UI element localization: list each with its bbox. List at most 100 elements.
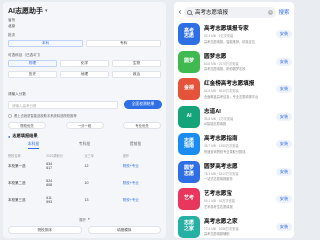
subject-option[interactable]: 化学	[60, 60, 109, 67]
score-input[interactable]: 请输入高考分数	[8, 101, 118, 109]
search-button[interactable]: 搜索	[276, 8, 292, 16]
app-list-item[interactable]: 高考 志愿 高考志愿填报专家 52.3 MB · 1亿次安装 高考志愿填报，智能推荐，…	[178, 22, 292, 46]
app-list-item[interactable]: 圆梦 圆梦志愿 83.8 MB · 2170万次安装 高考志愿填报，助你圆梦名校 安装	[178, 50, 292, 74]
app-meta: 64.6 MB · 5610万次安装	[204, 89, 239, 94]
install-button[interactable]: 安装	[276, 195, 292, 203]
app-list-item[interactable]: AI 志道AI 35.8 MB · 1万次安装 AI智能志愿填报 安装	[178, 105, 292, 129]
score-values: 634 617	[46, 162, 84, 171]
install-button[interactable]: 安装	[276, 112, 292, 121]
page-title[interactable]: AI志愿助手 ▾	[8, 6, 48, 16]
app-info: 高考志愿之家 72.4 MB · 1056万次安装 高考志愿填报辅助	[200, 217, 276, 237]
tab-college[interactable]: 专科批	[79, 142, 90, 149]
app-list-item[interactable]: 艺考 艺考志愿宝 55.1 MB · 63万次安装 艺术类考生志愿填报 安装	[178, 187, 292, 211]
province-value[interactable]: 北京	[8, 24, 15, 29]
app-list-item[interactable]: 圆梦 志愿 圆梦高考志愿 78.3 MB · 3310万次安装 一站式志愿填报服务 安装	[178, 160, 292, 184]
title-text: AI志愿助手	[8, 8, 43, 15]
score-values: 624 608	[46, 179, 84, 188]
app-icon[interactable]: 圆梦	[178, 50, 200, 73]
app-list-item[interactable]: 志愿 之家 高考志愿之家 72.4 MB · 1056万次安装 高考志愿填报辅助 安装	[178, 215, 292, 239]
app-name[interactable]: 圆梦高考志愿	[204, 162, 276, 170]
app-icon[interactable]: 志愿 指南	[178, 133, 200, 155]
app-meta: 83.8 MB · 2170万次安装	[204, 61, 239, 66]
simulate-button[interactable]: 填报模拟	[87, 226, 161, 234]
school-name: 本校第一选	[8, 163, 26, 168]
rank-value: 12	[84, 164, 89, 169]
subject-option[interactable]: 历史	[8, 71, 57, 78]
app-name[interactable]: 红金榜高考志愿填报	[204, 79, 276, 87]
level-options: 本科 专科	[8, 40, 161, 47]
app-description: 全面覆盖高考信息，专业志愿填报平台	[204, 94, 259, 99]
install-button[interactable]: 安装	[276, 140, 292, 148]
chip-major-first[interactable]: 专业优先	[123, 122, 161, 129]
app-list-item[interactable]: 志愿 指南 高考志愿指南 35.7 MB · 1280万次安装 快速查询院校专业录取分…	[178, 132, 292, 156]
app-icon[interactable]: AI	[178, 105, 200, 128]
app-description: AI智能志愿填报	[204, 122, 227, 127]
install-button[interactable]: 安装	[276, 85, 292, 93]
app-name[interactable]: 高考志愿指南	[204, 134, 276, 142]
app-name[interactable]: 高考志愿之家	[204, 217, 276, 225]
install-button[interactable]: 安装	[276, 57, 292, 66]
app-name[interactable]: 圆梦志愿	[204, 52, 276, 60]
app-name[interactable]: 志道AI	[204, 107, 276, 115]
app-meta: 35.7 MB · 1280万次安装	[204, 144, 239, 149]
sort-schools-button[interactable]: 院校排序	[8, 226, 82, 234]
clear-icon[interactable]: ×	[268, 9, 273, 15]
radio-icon[interactable]	[8, 113, 12, 118]
table-row[interactable]: 本校第一选 634 617 12 院校+专业	[8, 162, 161, 171]
screen: AI志愿助手 ▾ 省份 北京 批次 本科 专科 可选科目（已选3门） 物理 化学…	[0, 0, 297, 240]
score-label: 请输入分数	[8, 92, 26, 96]
app-icon[interactable]: 艺考	[178, 188, 200, 210]
app-meta: 52.3 MB · 1亿次安装	[204, 34, 234, 39]
chevron-down-icon[interactable]: ▾	[45, 8, 48, 14]
column-header: 操作	[122, 154, 130, 158]
app-description: 高考志愿填报，智能推荐，精准定位	[204, 39, 255, 44]
search-input[interactable]: 高考志愿填报 ×	[184, 6, 276, 18]
row-action-link[interactable]: 院校+专业	[123, 181, 161, 186]
chevron-down-icon: ▾	[88, 217, 90, 221]
bottom-actions: 院校排序 填报模拟	[8, 226, 161, 234]
search-bar: ‹ 高考志愿填报 × 搜索	[176, 5, 292, 19]
app-name[interactable]: 高考志愿填报专家	[204, 24, 276, 32]
app-meta: 78.3 MB · 3310万次安装	[204, 171, 239, 176]
chip-school-first[interactable]: 院校优先	[8, 122, 46, 129]
app-icon[interactable]: 高考 志愿	[178, 23, 200, 45]
app-icon[interactable]: 圆梦 志愿	[178, 160, 200, 183]
table-row[interactable]: 本校第二选 624 608 10 院校+专业	[8, 179, 161, 188]
app-icon[interactable]: 金榜	[178, 78, 200, 100]
tab-early[interactable]: 提前批	[130, 142, 141, 149]
subjects-row-2: 历史 地理 政治	[8, 71, 161, 78]
install-button[interactable]: 安装	[276, 30, 292, 38]
table-row[interactable]: 本校第三选 611 593 13 院校+专业	[8, 196, 161, 205]
app-description: 一站式志愿填报服务	[204, 177, 233, 182]
subject-option[interactable]: 政治	[112, 71, 161, 78]
app-meta: 35.8 MB · 1万次安装	[204, 116, 234, 121]
app-info: 艺考志愿宝 55.1 MB · 63万次安装 艺术类考生志愿填报	[200, 189, 276, 209]
back-arrow-icon[interactable]: ‹	[176, 5, 184, 19]
level-option-college[interactable]: 专科	[86, 40, 161, 47]
row-action-link[interactable]: 院校+专业	[123, 198, 161, 203]
subject-option[interactable]: 物理	[8, 60, 57, 67]
row-action-link[interactable]: 院校+专业	[123, 164, 161, 169]
score: 593	[46, 200, 53, 205]
level-option-undergrad[interactable]: 本科	[8, 40, 83, 47]
subject-option[interactable]: 地理	[60, 71, 109, 78]
subject-option[interactable]: 生物	[112, 60, 161, 67]
info-icon: ●	[8, 133, 11, 139]
column-header: 近三年	[84, 154, 95, 158]
app-info: 志道AI 35.8 MB · 1万次安装 AI智能志愿填报	[200, 107, 276, 127]
install-button[interactable]: 安装	[276, 222, 292, 231]
install-button[interactable]: 安装	[276, 167, 292, 176]
submit-button[interactable]: 全面校测结果	[124, 100, 162, 109]
tab-undergrad[interactable]: 本科批	[27, 142, 40, 149]
app-info: 高考志愿指南 35.7 MB · 1280万次安装 快速查询院校专业录取分数线	[200, 134, 276, 154]
app-name[interactable]: 艺考志愿宝	[204, 189, 276, 197]
app-icon[interactable]: 志愿 之家	[178, 215, 200, 238]
expand-label: 展开	[79, 218, 87, 222]
results-title: 志愿填报结果	[12, 133, 38, 138]
app-info: 高考志愿填报专家 52.3 MB · 1亿次安装 高考志愿填报，智能推荐，精准定位	[200, 24, 276, 44]
app-meta: 55.1 MB · 63万次安装	[204, 199, 235, 204]
expand-toggle[interactable]: 展开 ▾	[8, 217, 161, 222]
chip-score-rank[interactable]: 一分一段	[65, 122, 104, 129]
app-list-item[interactable]: 金榜 红金榜高考志愿填报 64.6 MB · 5610万次安装 全面覆盖高考信息，专业…	[178, 77, 292, 101]
batch-tabs: 本科批 专科批 提前批	[8, 142, 161, 149]
